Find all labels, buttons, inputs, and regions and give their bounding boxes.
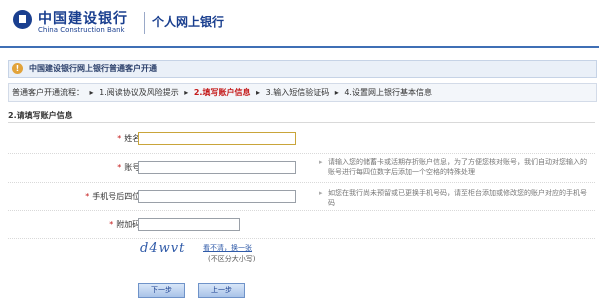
- captcha-area: d4wvt 看不清，换一张 (不区分大小写): [8, 241, 595, 269]
- section-divider: [8, 122, 595, 123]
- brand-name-cn: 中国建设银行: [38, 11, 128, 27]
- required-star-icon: *: [117, 134, 122, 143]
- step-1: 1.阅读协议及风险提示: [99, 88, 179, 97]
- step-arrow-icon: ▸: [256, 88, 261, 97]
- step-4: 4.设置网上银行基本信息: [344, 88, 432, 97]
- info-icon: !: [12, 63, 23, 74]
- phone-row: *手机号后四位: 如您在我行尚未预留或已更换手机号码，请至柜台添加或修改您的账户…: [8, 182, 595, 211]
- header: 中国建设银行 China Construction Bank 个人网上银行: [0, 0, 599, 46]
- account-hint: 请输入您的储蓄卡或活期存折账户信息，为了方便您核对账号，我们自动对您输入的账号进…: [319, 157, 590, 177]
- step-2-active: 2.填写账户信息: [193, 88, 251, 97]
- captcha-row: * 附加码:: [8, 210, 595, 239]
- required-star-icon: *: [109, 220, 114, 229]
- header-divider: [144, 12, 145, 34]
- name-input[interactable]: [138, 132, 296, 145]
- brand-name-en: China Construction Bank: [38, 26, 125, 34]
- phone-label: * 手机号后四位:: [85, 192, 143, 201]
- step-progress-bar: 普通客户开通流程： ▸ 1.阅读协议及风险提示 ▸ 2.填写账户信息 ▸ 3.输…: [8, 83, 597, 102]
- step-arrow-icon: ▸: [334, 88, 339, 97]
- prev-button[interactable]: 上一步: [198, 283, 245, 298]
- required-star-icon: *: [85, 192, 90, 201]
- section-title: 2.请填写账户信息: [8, 111, 73, 120]
- account-input[interactable]: [138, 161, 296, 174]
- name-row: * 姓名:: [8, 124, 595, 154]
- captcha-note: (不区分大小写): [208, 255, 256, 263]
- captcha-input[interactable]: [138, 218, 240, 231]
- step-arrow-icon: ▸: [89, 88, 94, 97]
- step-3: 3.输入短信验证码: [265, 88, 330, 97]
- phone-hint: 如您在我行尚未预留或已更换手机号码，请至柜台添加或修改您的账户对应的手机号码: [319, 188, 590, 208]
- ccb-logo-icon: [13, 10, 32, 29]
- page-title: 中国建设银行网上银行普通客户开通: [29, 64, 157, 73]
- phone-input[interactable]: [138, 190, 296, 203]
- steps-prefix: 普通客户开通流程：: [12, 88, 84, 97]
- account-row: *账号: 请输入您的储蓄卡或活期存折账户信息，为了方便您核对账号，我们自动对您输…: [8, 153, 595, 183]
- header-subtitle: 个人网上银行: [152, 15, 225, 29]
- step-arrow-icon: ▸: [184, 88, 189, 97]
- next-button[interactable]: 下一步: [138, 283, 185, 298]
- captcha-image: d4wvt: [140, 241, 186, 256]
- page-title-bar: ! 中国建设银行网上银行普通客户开通: [8, 60, 597, 78]
- captcha-refresh-link[interactable]: 看不清，换一张: [203, 243, 252, 253]
- required-star-icon: *: [117, 163, 122, 172]
- header-rule: [0, 46, 599, 48]
